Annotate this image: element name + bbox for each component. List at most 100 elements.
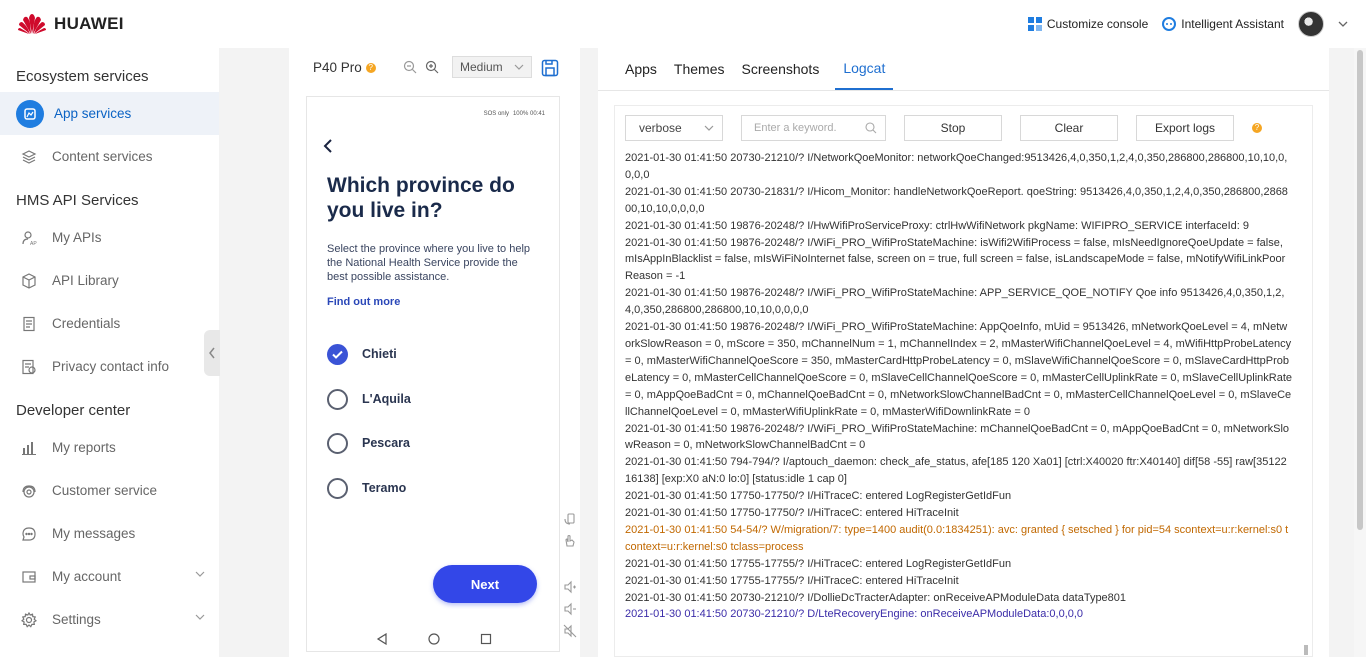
option-label: Chieti bbox=[362, 347, 397, 361]
nav-back-icon[interactable] bbox=[376, 633, 388, 645]
sidebar-item-my-account[interactable]: My account bbox=[0, 555, 219, 598]
user-avatar[interactable] bbox=[1298, 11, 1324, 37]
customize-console-label: Customize console bbox=[1046, 17, 1149, 31]
clear-button[interactable]: Clear bbox=[1020, 114, 1118, 141]
gear-icon bbox=[20, 611, 38, 629]
province-option-pescara[interactable]: Pescara bbox=[327, 431, 410, 455]
radio-unchecked[interactable] bbox=[327, 388, 348, 410]
log-line: 2021-01-30 01:41:50 20730-21210/? I/Doll… bbox=[625, 591, 1127, 604]
api-user-icon: API bbox=[20, 229, 38, 247]
document-icon bbox=[20, 315, 38, 333]
sidebar-collapse-toggle[interactable] bbox=[204, 330, 220, 376]
radio-unchecked[interactable] bbox=[327, 477, 348, 499]
top-bar: HUAWEI Customize console Intelligent Ass… bbox=[0, 0, 1366, 48]
sidebar-item-label: My APIs bbox=[52, 230, 102, 245]
province-option-teramo[interactable]: Teramo bbox=[327, 476, 406, 500]
huawei-logo[interactable]: HUAWEI bbox=[16, 12, 124, 36]
tab-screenshots[interactable]: Screenshots bbox=[741, 48, 821, 90]
sidebar-item-label: My messages bbox=[52, 526, 136, 541]
chevron-down-icon bbox=[195, 571, 205, 577]
log-line: 2021-01-30 01:41:50 19876-20248/? I/HwWi… bbox=[625, 219, 1249, 232]
intelligent-assistant-label: Intelligent Assistant bbox=[1181, 17, 1284, 31]
screenshot-save-icon[interactable] bbox=[541, 59, 559, 77]
log-scrollbar-thumb[interactable] bbox=[1304, 645, 1308, 655]
next-button[interactable]: Next bbox=[433, 565, 537, 603]
log-line: 2021-01-30 01:41:50 17750-17750/? I/HiTr… bbox=[625, 507, 959, 520]
log-line: 2021-01-30 01:41:50 20730-21831/? I/Hico… bbox=[625, 185, 1288, 215]
tab-logcat[interactable]: Logcat bbox=[835, 48, 894, 90]
sidebar-item-my-reports[interactable]: My reports bbox=[0, 426, 219, 469]
province-option-chieti[interactable]: Chieti bbox=[327, 342, 397, 366]
province-option-laquila[interactable]: L'Aquila bbox=[327, 387, 411, 411]
main-panel: Apps Themes Screenshots Logcat verbose E… bbox=[598, 48, 1329, 657]
nav-home-icon[interactable] bbox=[428, 633, 440, 645]
log-scrollbar[interactable] bbox=[1304, 150, 1308, 655]
log-line: 2021-01-30 01:41:50 17755-17755/? I/HiTr… bbox=[625, 557, 1012, 570]
sidebar-item-app-services[interactable]: App services bbox=[0, 92, 219, 135]
sidebar-item-label: Settings bbox=[52, 612, 101, 627]
sidebar-item-label: API Library bbox=[52, 273, 119, 288]
tab-themes[interactable]: Themes bbox=[673, 48, 726, 90]
page-scrollbar[interactable] bbox=[1354, 48, 1366, 657]
log-line: 2021-01-30 01:41:50 20730-21210/? D/LteR… bbox=[625, 608, 1084, 621]
find-out-more-link[interactable]: Find out more bbox=[327, 296, 400, 308]
phone-screen: SOS only 100% 00:41 Which province do yo… bbox=[306, 96, 560, 652]
sidebar-group-hms-api: HMS API Services bbox=[16, 191, 139, 209]
bar-chart-icon bbox=[20, 439, 38, 457]
search-icon[interactable] bbox=[865, 117, 877, 139]
sidebar-item-customer-service[interactable]: Customer service bbox=[0, 469, 219, 512]
status-signal-text: SOS only bbox=[483, 111, 509, 117]
zoom-out-icon[interactable] bbox=[403, 60, 417, 74]
log-line: 2021-01-30 01:41:50 19876-20248/? I/WiFi… bbox=[625, 287, 1285, 317]
nav-recents-icon[interactable] bbox=[480, 633, 492, 645]
mute-icon[interactable] bbox=[563, 624, 577, 638]
log-line: 2021-01-30 01:41:50 20730-21210/? I/Netw… bbox=[625, 152, 1288, 181]
option-label: Teramo bbox=[362, 481, 407, 495]
logcat-toolbar: verbose Enter a keyword. Stop Clear Expo… bbox=[625, 114, 1262, 141]
intelligent-assistant-link[interactable]: Intelligent Assistant bbox=[1162, 17, 1284, 31]
headset-icon bbox=[20, 482, 38, 500]
stop-button[interactable]: Stop bbox=[904, 114, 1002, 141]
sidebar-item-my-messages[interactable]: My messages bbox=[0, 512, 219, 555]
device-info-badge[interactable]: ? bbox=[365, 62, 376, 73]
radio-unchecked[interactable] bbox=[327, 432, 348, 454]
sidebar-group-ecosystem: Ecosystem services bbox=[16, 67, 149, 85]
volume-up-icon[interactable] bbox=[563, 580, 577, 594]
customize-console-link[interactable]: Customize console bbox=[1027, 17, 1149, 31]
logcat-help-badge[interactable]: ? bbox=[1252, 122, 1262, 133]
option-label: Pescara bbox=[362, 436, 410, 450]
gesture-icon[interactable] bbox=[563, 534, 577, 548]
radio-checked[interactable] bbox=[327, 343, 348, 365]
sidebar: Ecosystem services App services Content … bbox=[0, 48, 219, 657]
rotate-icon[interactable] bbox=[563, 512, 577, 526]
sidebar-item-api-library[interactable]: API Library bbox=[0, 259, 219, 302]
sidebar-item-settings[interactable]: Settings bbox=[0, 598, 219, 641]
huawei-logo-icon bbox=[18, 14, 46, 34]
question-title: Which province do you live in? bbox=[327, 174, 515, 222]
keyword-search-input[interactable]: Enter a keyword. bbox=[741, 114, 886, 141]
assistant-icon bbox=[1162, 17, 1177, 31]
log-line: 2021-01-30 01:41:50 54-54/? W/migration/… bbox=[625, 523, 1289, 553]
sidebar-item-content-services[interactable]: Content services bbox=[0, 135, 219, 178]
sidebar-group-developer-center: Developer center bbox=[16, 401, 131, 419]
header-actions: Customize console Intelligent Assistant bbox=[1027, 0, 1348, 48]
sidebar-item-privacy-contact[interactable]: Privacy contact info bbox=[0, 345, 219, 388]
export-logs-button[interactable]: Export logs bbox=[1136, 114, 1234, 141]
log-level-select[interactable]: verbose bbox=[625, 114, 723, 141]
volume-down-icon[interactable] bbox=[563, 602, 577, 616]
log-line: 2021-01-30 01:41:50 17755-17755/? I/HiTr… bbox=[625, 574, 959, 587]
quality-select[interactable]: Medium bbox=[452, 56, 532, 78]
brand-name: HUAWEI bbox=[54, 14, 124, 33]
sidebar-item-label: Credentials bbox=[52, 316, 121, 331]
sidebar-item-my-apis[interactable]: API My APIs bbox=[0, 216, 219, 259]
tab-bar: Apps Themes Screenshots Logcat bbox=[624, 48, 894, 90]
sidebar-item-label: My account bbox=[52, 569, 122, 584]
question-description: Select the province where you live to he… bbox=[327, 243, 531, 283]
sidebar-item-credentials[interactable]: Credentials bbox=[0, 302, 219, 345]
chevron-down-icon[interactable] bbox=[1338, 19, 1348, 29]
page-scrollbar-thumb[interactable] bbox=[1357, 50, 1363, 530]
tab-apps[interactable]: Apps bbox=[624, 48, 658, 90]
log-line: 2021-01-30 01:41:50 17750-17750/? I/HiTr… bbox=[625, 490, 1012, 503]
zoom-in-icon[interactable] bbox=[425, 60, 439, 74]
back-arrow-icon[interactable] bbox=[323, 137, 335, 158]
